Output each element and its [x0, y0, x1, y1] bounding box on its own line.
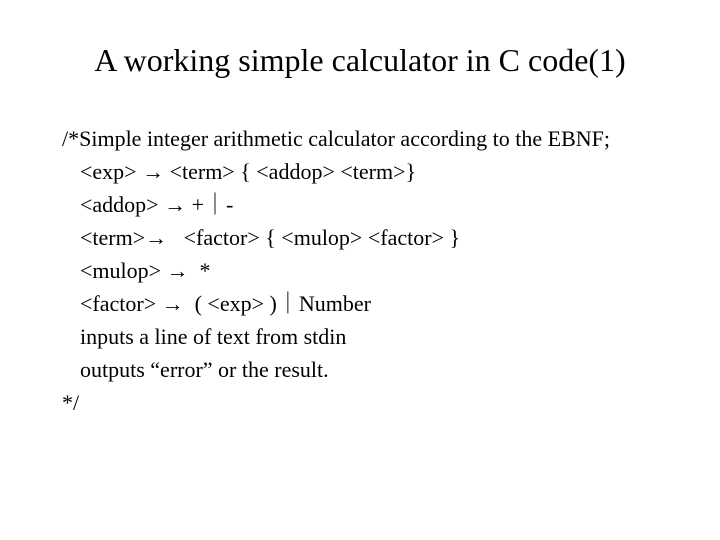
code-line: <addop> → +｜- — [62, 188, 670, 221]
code-line: <mulop> → * — [62, 254, 670, 287]
code-line: <exp> → <term> { <addop> <term>} — [62, 155, 670, 188]
code-line: <term>→ <factor> { <mulop> <factor> } — [62, 221, 670, 254]
slide-title: A working simple calculator in C code(1) — [50, 40, 670, 82]
code-line: /*Simple integer arithmetic calculator a… — [62, 122, 670, 155]
slide-body: /*Simple integer arithmetic calculator a… — [50, 122, 670, 419]
code-line: */ — [62, 386, 670, 419]
code-line: <factor> → ( <exp> )｜Number — [62, 287, 670, 320]
code-line: outputs “error” or the result. — [62, 353, 670, 386]
code-line: inputs a line of text from stdin — [62, 320, 670, 353]
